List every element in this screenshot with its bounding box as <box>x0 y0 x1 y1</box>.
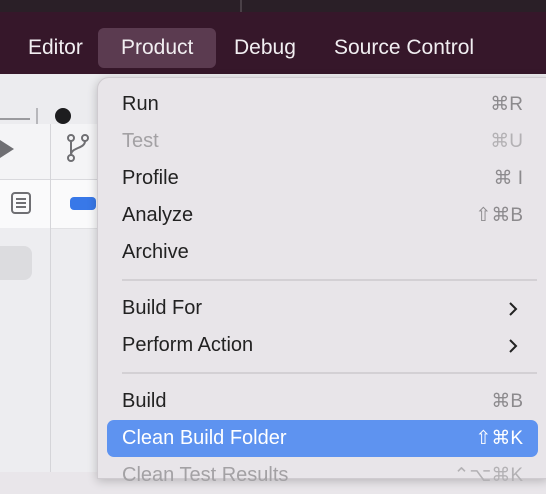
shortcut: ⌘ I <box>493 168 523 189</box>
menu-item-label: Archive <box>122 241 189 263</box>
menu-item-test[interactable]: Test ⌘U <box>107 123 538 160</box>
chevron-right-icon <box>509 339 518 353</box>
source-branch-icon[interactable] <box>66 134 90 162</box>
menu-item-clean-test-results[interactable]: Clean Test Results ⌃⌥⌘K <box>107 457 538 494</box>
menu-item-label: Run <box>122 93 159 115</box>
shortcut: ⇧⌘B <box>475 205 523 226</box>
menu-editor[interactable]: Editor <box>16 28 95 68</box>
menu-product[interactable]: Product <box>98 28 217 68</box>
shortcut: ⌃⌥⌘K <box>453 465 524 486</box>
menu-item-label: Clean Test Results <box>122 464 289 486</box>
toolbar-icons <box>0 108 71 124</box>
navigator-header <box>0 124 110 180</box>
menu-item-label: Test <box>122 130 159 152</box>
menu-item-build[interactable]: Build ⌘B <box>107 383 538 420</box>
menu-item-archive[interactable]: Archive <box>107 234 538 271</box>
menu-item-label: Clean Build Folder <box>122 427 287 449</box>
menu-item-label: Build <box>122 390 167 412</box>
menu-item-build-for[interactable]: Build For <box>107 290 538 327</box>
sidebar-selection[interactable] <box>0 246 32 280</box>
menu-item-run[interactable]: Run ⌘R <box>107 86 538 123</box>
menu-source-control[interactable]: Source Control <box>322 28 486 68</box>
shortcut: ⌘B <box>491 391 523 412</box>
menu-item-profile[interactable]: Profile ⌘ I <box>107 160 538 197</box>
menu-item-label: Profile <box>122 167 179 189</box>
product-menu: Run ⌘R Test ⌘U Profile ⌘ I Analyze ⇧⌘B A… <box>97 77 546 486</box>
chevron-right-icon <box>509 302 518 316</box>
shortcut: ⌘R <box>490 94 523 115</box>
top-strip <box>0 0 546 12</box>
menu-separator <box>122 372 537 374</box>
divider <box>50 124 51 472</box>
list-icon[interactable] <box>11 192 33 214</box>
shortcut: ⌘U <box>490 131 523 152</box>
menu-bar: Editor Product Debug Source Control <box>0 12 546 74</box>
menu-item-label: Build For <box>122 297 203 319</box>
menu-item-label: Analyze <box>122 204 194 226</box>
menu-debug[interactable]: Debug <box>222 28 308 68</box>
menu-item-clean-build-folder[interactable]: Clean Build Folder ⇧⌘K <box>107 420 538 457</box>
top-divider <box>240 0 242 12</box>
window-toolbar <box>0 74 110 125</box>
play-icon[interactable] <box>0 138 16 160</box>
menu-separator <box>122 279 537 281</box>
blue-tag <box>70 197 96 210</box>
menu-item-label: Perform Action <box>122 334 254 356</box>
menu-item-analyze[interactable]: Analyze ⇧⌘B <box>107 197 538 234</box>
menu-item-perform-action[interactable]: Perform Action <box>107 327 538 364</box>
shortcut: ⇧⌘K <box>475 428 523 449</box>
